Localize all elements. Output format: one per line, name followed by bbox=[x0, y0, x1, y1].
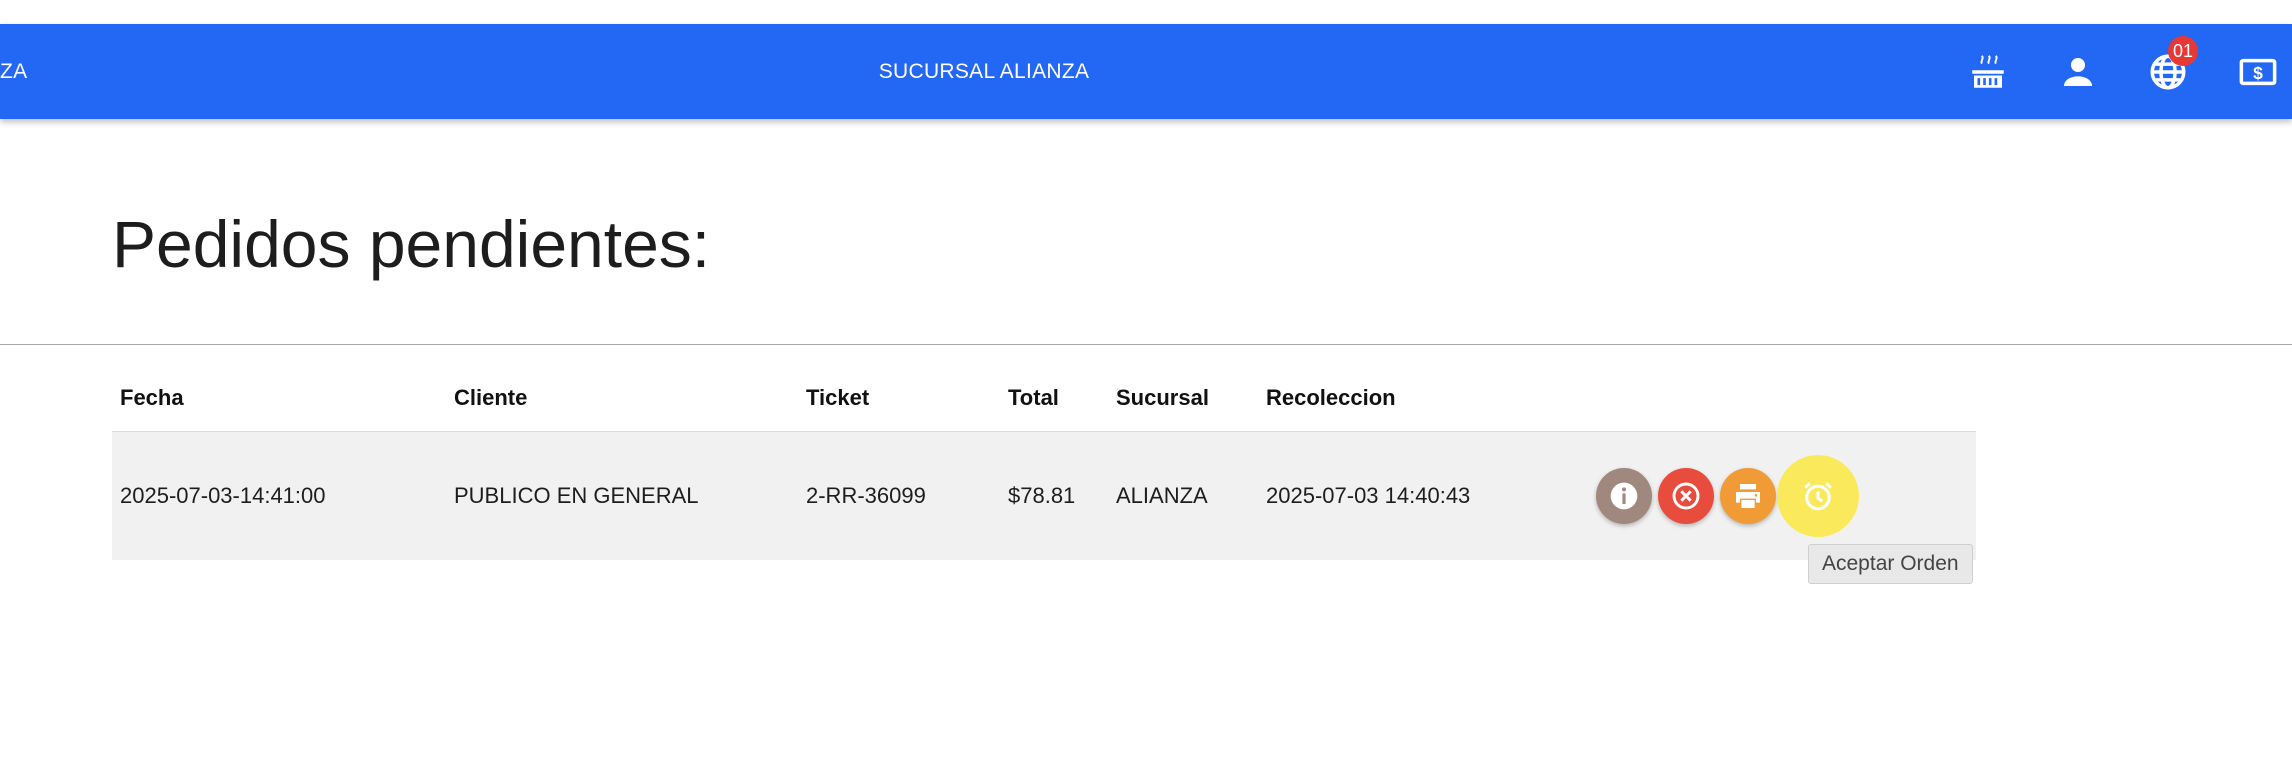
column-header-sucursal: Sucursal bbox=[1108, 365, 1258, 432]
svg-text:$: $ bbox=[2253, 63, 2263, 83]
top-navigation-bar: ZA SUCURSAL ALIANZA 01 $ bbox=[0, 24, 2292, 119]
column-header-ticket: Ticket bbox=[798, 365, 1000, 432]
print-icon bbox=[1736, 484, 1760, 508]
user-icon bbox=[2064, 58, 2092, 86]
cash-register-button[interactable]: $ bbox=[2234, 48, 2282, 96]
info-icon bbox=[1610, 482, 1638, 510]
kitchen-grill-button[interactable] bbox=[1964, 48, 2012, 96]
column-header-cliente: Cliente bbox=[446, 365, 798, 432]
page-title: Pedidos pendientes: bbox=[112, 207, 711, 281]
branch-title: SUCURSAL ALIANZA bbox=[878, 60, 1090, 83]
table-header-row: Fecha Cliente Ticket Total Sucursal Reco… bbox=[112, 365, 1976, 432]
column-header-recoleccion: Recoleccion bbox=[1258, 365, 1976, 432]
print-button[interactable] bbox=[1720, 468, 1776, 524]
column-header-fecha: Fecha bbox=[112, 365, 446, 432]
online-orders-button[interactable]: 01 bbox=[2144, 36, 2198, 96]
row-actions bbox=[112, 432, 1976, 560]
column-header-total: Total bbox=[1000, 365, 1108, 432]
cancel-order-button[interactable] bbox=[1658, 468, 1714, 524]
cancel-icon bbox=[1672, 482, 1700, 510]
accept-order-button[interactable] bbox=[1777, 455, 1859, 537]
info-button[interactable] bbox=[1596, 468, 1652, 524]
user-button[interactable] bbox=[2054, 48, 2102, 96]
tooltip: Aceptar Orden bbox=[1808, 544, 1973, 584]
section-divider bbox=[0, 344, 2292, 345]
notification-badge: 01 bbox=[2168, 36, 2198, 66]
cash-register-icon: $ bbox=[2239, 58, 2277, 86]
kitchen-grill-icon bbox=[1972, 55, 2004, 88]
alarm-clock-icon bbox=[1804, 482, 1832, 511]
